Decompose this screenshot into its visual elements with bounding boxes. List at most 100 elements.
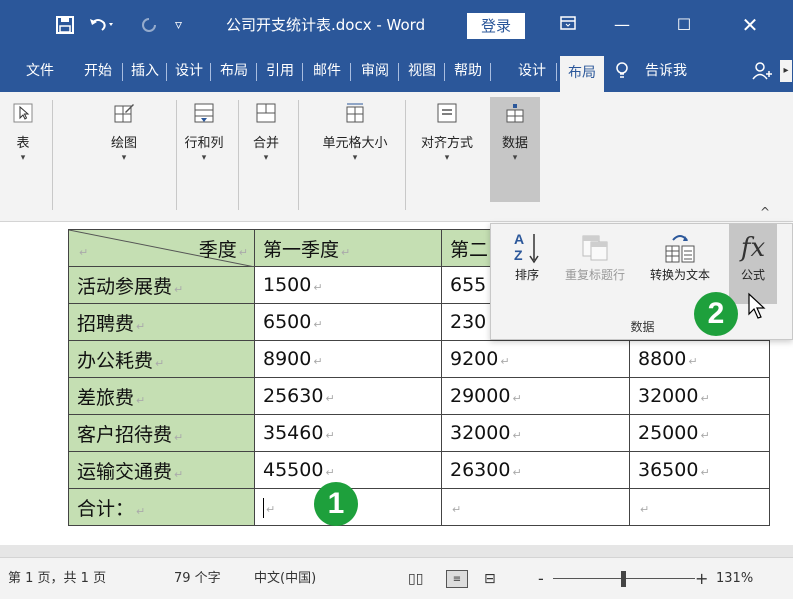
rows-columns-label: 行和列 [184, 136, 224, 151]
lightbulb-icon[interactable] [612, 50, 632, 92]
table-cell[interactable]: 8900 ↵ [254, 340, 442, 378]
table-cell[interactable]: 25630 ↵ [254, 377, 442, 415]
tab-file[interactable]: 文件 [16, 50, 64, 92]
collapse-ribbon-icon[interactable]: ^ [760, 205, 770, 219]
redo-icon[interactable] [140, 0, 158, 50]
maximize-icon[interactable]: ☐ [664, 0, 704, 50]
tab-insert[interactable]: 插入 [124, 50, 166, 92]
table-cell[interactable]: 32000 ↵ [441, 414, 630, 452]
table-cell[interactable]: 32000 ↵ [629, 377, 770, 415]
alignment-icon [436, 102, 458, 123]
table-cell[interactable]: 运输交通费 ↵ [68, 451, 255, 489]
chevron-down-icon: ▾ [512, 153, 518, 163]
merge-label: 合并 [252, 136, 279, 151]
tab-help[interactable]: 帮助 [446, 50, 490, 92]
tab-layout[interactable]: 布局 [212, 50, 256, 92]
word-count[interactable]: 79 个字 [174, 558, 221, 600]
table-cell[interactable]: 第一季度 ↵ [254, 229, 442, 267]
table-cell[interactable]: 差旅费 ↵ [68, 377, 255, 415]
cell-size-button[interactable]: 单元格大小 ▾ [313, 102, 397, 163]
table-cell[interactable]: 活动参展费 ↵ [68, 266, 255, 304]
tab-separator [398, 63, 399, 81]
tab-separator [166, 63, 167, 81]
table-cell[interactable]: 合计： ↵ [68, 488, 255, 526]
login-button[interactable]: 登录 [467, 13, 525, 39]
table-row: 办公耗费 ↵ 8900 ↵ 9200 ↵ 8800 ↵ [68, 340, 770, 378]
alignment-button[interactable]: 对齐方式 ▾ [412, 102, 482, 163]
undo-icon[interactable] [88, 0, 116, 50]
convert-to-text-button[interactable]: 转换为文本 [639, 230, 721, 283]
sort-button[interactable]: AZ 排序 [507, 230, 547, 283]
read-mode-icon[interactable]: ▯▯ [408, 558, 423, 600]
tab-references[interactable]: 引用 [258, 50, 302, 92]
minimize-icon[interactable]: — [602, 0, 642, 50]
paragraph-mark: ↵ [79, 246, 89, 259]
close-icon[interactable]: ✕ [730, 0, 770, 50]
table-cell[interactable]: 招聘费 ↵ [68, 303, 255, 341]
tab-separator [350, 63, 351, 81]
tab-table-layout[interactable]: 布局 [560, 56, 604, 92]
data-label: 数据 [501, 136, 528, 151]
data-dropdown-panel: AZ 排序 重复标题行 转换为文本 fx 公式 数据 [490, 223, 793, 340]
ribbon-separator [238, 100, 239, 210]
tab-home[interactable]: 开始 [74, 50, 122, 92]
step-marker-2: 2 [694, 292, 738, 336]
data-group-label: 数据 [630, 320, 655, 334]
alignment-label: 对齐方式 [420, 136, 473, 151]
merge-cells-icon [255, 102, 277, 123]
table-cell[interactable]: 9200 ↵ [441, 340, 630, 378]
draw-group-button[interactable]: 绘图 ▾ [100, 102, 148, 163]
tab-separator [256, 63, 257, 81]
ribbon-display-icon[interactable] [548, 0, 588, 50]
share-icon[interactable] [748, 50, 778, 92]
print-layout-icon[interactable]: ≡ [446, 570, 468, 588]
zoom-level[interactable]: 131% [716, 558, 753, 600]
table-cell[interactable]: 客户招待费 ↵ [68, 414, 255, 452]
tab-design[interactable]: 设计 [168, 50, 210, 92]
table-group-button[interactable]: 表 ▾ [8, 102, 38, 163]
table-cell[interactable]: 25000 ↵ [629, 414, 770, 452]
table-total-row: 合计： ↵ ↵ ↵ ↵ [68, 488, 770, 526]
status-bar: 第 1 页，共 1 页 79 个字 中文(中国) ▯▯ ≡ ⊟ - + 131% [0, 557, 793, 599]
ribbon-tabs: 文件 开始 插入 设计 布局 引用 邮件 审阅 视图 帮助 设计 布局 告诉我 … [0, 50, 793, 92]
data-button[interactable]: 数据 ▾ [490, 97, 540, 202]
customize-icon[interactable]: ▿ [175, 0, 182, 50]
zoom-slider-thumb[interactable] [621, 571, 626, 587]
svg-text:A: A [514, 231, 524, 247]
table-row: 差旅费 ↵ 25630 ↵ 29000 ↵ 32000 ↵ [68, 377, 770, 415]
rows-columns-button[interactable]: 行和列 ▾ [176, 102, 232, 163]
table-cell[interactable]: 29000 ↵ [441, 377, 630, 415]
tab-separator [210, 63, 211, 81]
web-layout-icon[interactable]: ⊟ [484, 558, 496, 600]
table-cell[interactable]: 35460 ↵ [254, 414, 442, 452]
sort-az-icon: AZ [507, 230, 547, 266]
tab-review[interactable]: 审阅 [352, 50, 398, 92]
table-cell[interactable]: 8800 ↵ [629, 340, 770, 378]
tab-mailings[interactable]: 邮件 [304, 50, 350, 92]
table-cell[interactable]: 6500 ↵ [254, 303, 442, 341]
merge-button[interactable]: 合并 ▾ [248, 102, 284, 163]
zoom-out-button[interactable]: - [538, 558, 544, 600]
diagonal-header-cell[interactable]: ↵ 季度 ↵ [68, 229, 255, 267]
tell-me-search[interactable]: 告诉我 [638, 50, 694, 92]
tab-separator [556, 63, 557, 81]
page-count[interactable]: 第 1 页，共 1 页 [8, 558, 106, 600]
table-cell[interactable]: 45500 ↵ [254, 451, 442, 489]
tab-separator [302, 63, 303, 81]
table-cell[interactable]: ↵ [441, 488, 630, 526]
tab-view[interactable]: 视图 [400, 50, 444, 92]
table-cell[interactable]: 36500 ↵ [629, 451, 770, 489]
save-icon[interactable] [55, 0, 75, 50]
language-indicator[interactable]: 中文(中国) [254, 558, 316, 600]
repeat-header-rows-button[interactable]: 重复标题行 [557, 230, 633, 283]
table-cell[interactable]: ↵ [629, 488, 770, 526]
convert-to-text-icon [639, 230, 721, 266]
table-cell[interactable]: 1500 ↵ [254, 266, 442, 304]
cell-size-icon [344, 102, 366, 123]
table-cell[interactable]: 办公耗费 ↵ [68, 340, 255, 378]
zoom-in-button[interactable]: + [695, 558, 708, 600]
table-cell[interactable]: 26300 ↵ [441, 451, 630, 489]
title-bar: ▿ 公司开支统计表.docx - Word 登录 — ☐ ✕ [0, 0, 793, 50]
tab-table-design[interactable]: 设计 [508, 50, 556, 92]
tabs-scroll-right-icon[interactable]: ▸ [780, 60, 792, 82]
